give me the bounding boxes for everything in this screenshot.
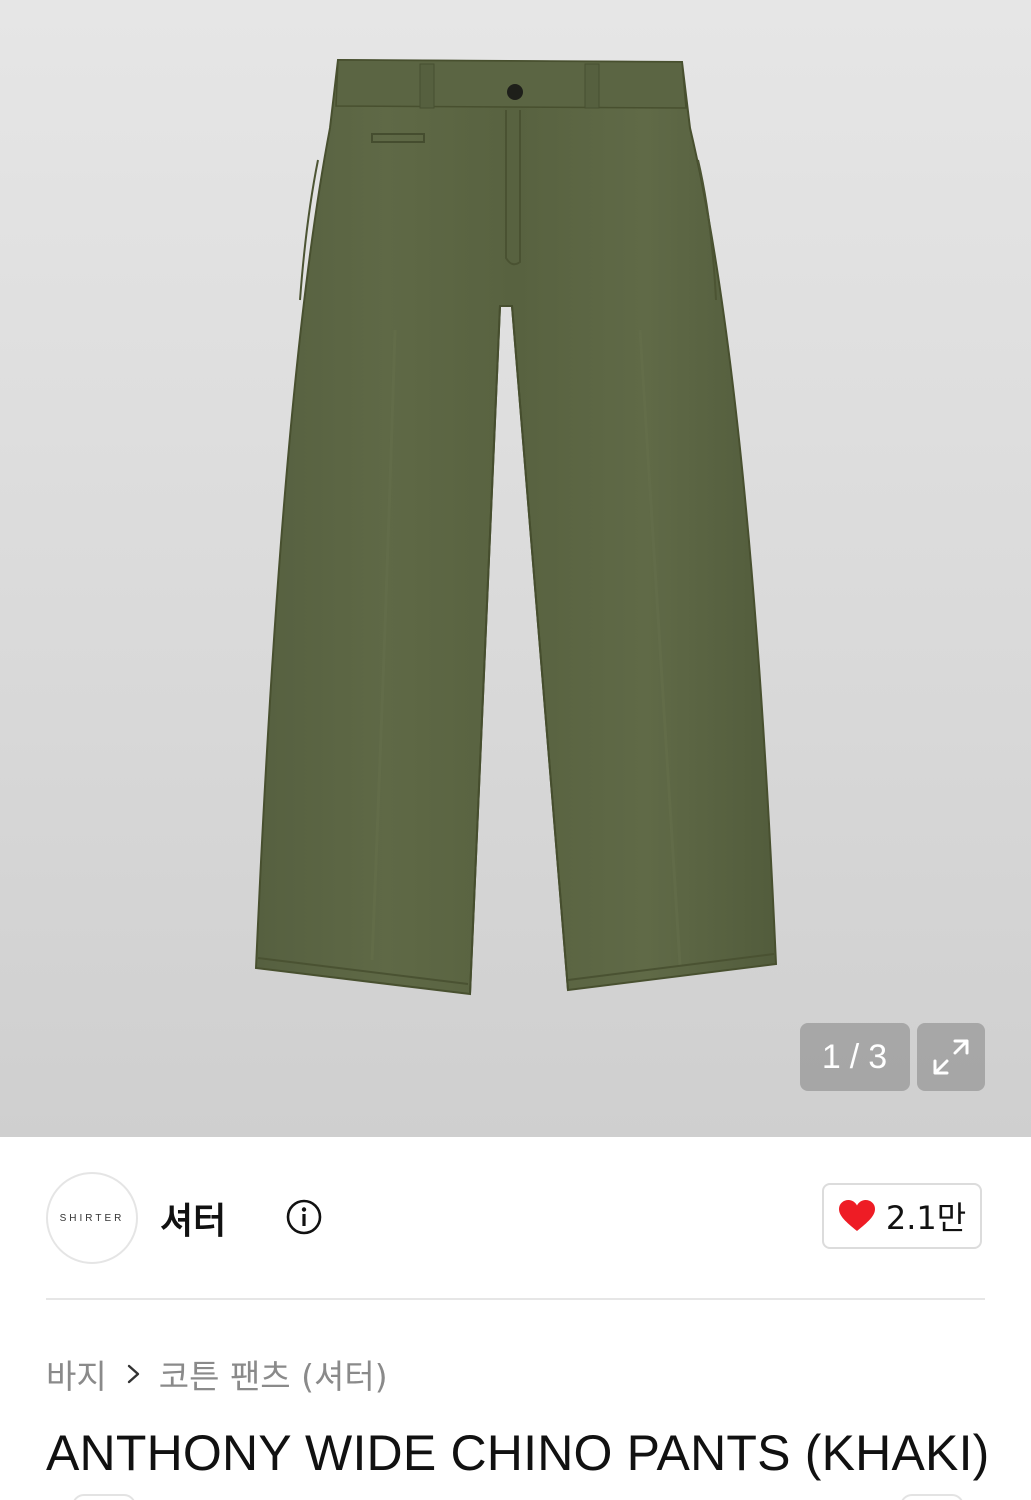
- like-count: 2.1만: [885, 1199, 967, 1237]
- product-detail-page: 1 / 3 SHIRTER 셔터 2.1만 바지 코튼 팬츠 (셔터) ANTH…: [0, 0, 1031, 1500]
- brand-logo-text: SHIRTER: [59, 1212, 125, 1224]
- divider: [46, 1298, 985, 1300]
- expand-icon: [933, 1039, 969, 1075]
- product-title: ANTHONY WIDE CHINO PANTS (KHAKI): [46, 1425, 990, 1481]
- brand-logo[interactable]: SHIRTER: [46, 1172, 138, 1264]
- image-pager: 1 / 3: [800, 1023, 910, 1091]
- pager-total: 3: [868, 1037, 889, 1076]
- like-button[interactable]: 2.1만: [822, 1183, 982, 1249]
- partial-element-left: [72, 1494, 136, 1500]
- breadcrumb-subcategory[interactable]: 코튼 팬츠 (셔터): [159, 1350, 388, 1398]
- product-image-gallery[interactable]: 1 / 3: [0, 0, 1031, 1137]
- pager-current: 1: [821, 1037, 842, 1076]
- breadcrumb-category[interactable]: 바지: [46, 1350, 107, 1398]
- pager-separator: /: [849, 1037, 861, 1076]
- heart-icon: [838, 1200, 875, 1231]
- brand-row: SHIRTER 셔터 2.1만: [46, 1172, 985, 1264]
- brand-name[interactable]: 셔터: [160, 1192, 226, 1244]
- expand-image-button[interactable]: [917, 1023, 985, 1091]
- chevron-right-icon: [127, 1364, 139, 1384]
- partial-element-right: [900, 1494, 964, 1500]
- info-icon[interactable]: [286, 1199, 322, 1235]
- product-image: [254, 58, 778, 996]
- breadcrumb: 바지 코튼 팬츠 (셔터): [46, 1350, 388, 1398]
